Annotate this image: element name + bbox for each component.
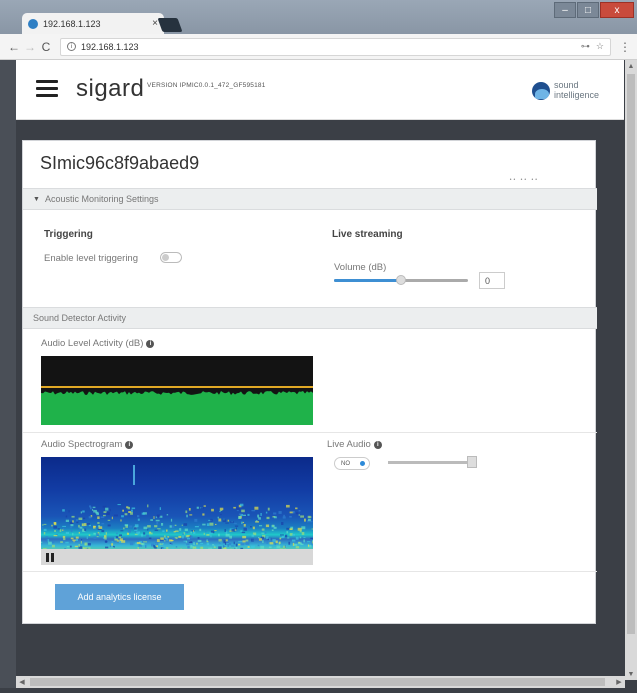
volume-input[interactable]: 0: [479, 272, 505, 289]
audio-level-graph: [41, 391, 313, 425]
scroll-left-icon[interactable]: ◀: [16, 676, 28, 688]
scroll-up-icon[interactable]: ▲: [625, 60, 637, 72]
live-audio-label: Live Audio i: [327, 439, 382, 450]
url-text: 192.168.1.123: [81, 41, 139, 52]
spectrogram-noise: [41, 465, 313, 549]
enable-level-label: Enable level triggering: [44, 253, 139, 264]
acoustic-settings-header[interactable]: ▼ Acoustic Monitoring Settings: [23, 188, 597, 210]
panel-options-icon[interactable]: •• •• ••: [510, 177, 539, 183]
site-info-icon[interactable]: i: [67, 42, 76, 51]
browser-titlebar: 192.168.1.123 × – □ x: [0, 0, 637, 34]
live-audio-toggle-label: NO: [341, 460, 350, 467]
live-audio-slider-thumb[interactable]: [467, 456, 477, 468]
divider: [23, 432, 597, 433]
forward-icon[interactable]: →: [22, 40, 38, 54]
hamburger-menu-icon[interactable]: [36, 80, 58, 98]
favicon-icon: [28, 18, 38, 29]
threshold-line: [41, 386, 313, 388]
new-tab-button[interactable]: [157, 18, 183, 32]
logo-text: sound intelligence: [554, 80, 600, 100]
browser-tab[interactable]: 192.168.1.123 ×: [22, 13, 164, 34]
live-audio-info-icon[interactable]: i: [373, 441, 382, 449]
live-audio-toggle[interactable]: NO: [334, 457, 370, 470]
sound-detector-header: Sound Detector Activity: [23, 307, 597, 329]
window-close-button[interactable]: x: [600, 2, 634, 18]
device-panel: SImic96c8f9abaed9 •• •• •• ▼ Acoustic Mo…: [22, 140, 597, 624]
page-left-edge: [0, 60, 16, 688]
pause-icon[interactable]: [46, 553, 54, 562]
vertical-scroll-thumb[interactable]: [627, 74, 635, 634]
window-maximize-button[interactable]: □: [577, 2, 599, 18]
app-header: sigard VERSION IPMIC0.0.1_472_GF595181 s…: [16, 60, 624, 120]
audio-level-label: Audio Level Activity (dB) i: [41, 338, 155, 349]
reload-icon[interactable]: C: [38, 40, 54, 54]
back-icon[interactable]: ←: [6, 40, 22, 54]
audio-spectrogram: [41, 457, 313, 565]
scroll-right-icon[interactable]: ▶: [613, 676, 625, 688]
vertical-scrollbar[interactable]: ▲ ▼: [625, 60, 637, 680]
volume-slider[interactable]: [334, 275, 468, 285]
bookmark-star-icon[interactable]: ☆: [596, 41, 604, 52]
address-bar: ← → C i 192.168.1.123 ⊶ ☆ ⋮: [0, 34, 637, 60]
horizontal-scrollbar[interactable]: ◀ ▶: [16, 676, 625, 688]
horizontal-scroll-thumb[interactable]: [30, 678, 605, 686]
divider: [23, 571, 597, 572]
scroll-down-icon[interactable]: ▼: [625, 668, 637, 680]
version-text: VERSION IPMIC0.0.1_472_GF595181: [147, 82, 266, 89]
audio-level-meter: [41, 356, 313, 425]
sound-detector-title: Sound Detector Activity: [33, 313, 127, 323]
browser-menu-icon[interactable]: ⋮: [619, 40, 631, 54]
key-icon[interactable]: ⊶: [581, 41, 590, 52]
device-name: SImic96c8f9abaed9: [40, 153, 200, 173]
acoustic-settings-title: Acoustic Monitoring Settings: [44, 194, 159, 204]
brand-name: sigard: [76, 75, 145, 102]
volume-slider-thumb[interactable]: [396, 275, 406, 285]
live-streaming-title: Live streaming: [332, 229, 403, 240]
volume-label: Volume (dB): [334, 262, 387, 273]
triggering-title: Triggering: [44, 229, 93, 240]
spectrogram-label: Audio Spectrogram i: [41, 439, 134, 450]
sound-intelligence-logo-icon: [532, 82, 550, 100]
spectrogram-controls: [41, 549, 313, 565]
spectrogram-info-icon[interactable]: i: [125, 441, 134, 449]
audio-level-info-icon[interactable]: i: [146, 340, 155, 348]
caret-down-icon: ▼: [33, 195, 40, 203]
url-input[interactable]: i 192.168.1.123 ⊶ ☆: [60, 37, 611, 56]
toggle-dot-icon: [360, 461, 365, 466]
enable-level-toggle[interactable]: [160, 252, 182, 263]
window-minimize-button[interactable]: –: [554, 2, 576, 18]
live-audio-volume-slider[interactable]: [388, 456, 477, 468]
add-analytics-license-button[interactable]: Add analytics license: [55, 584, 184, 610]
tab-title: 192.168.1.123: [43, 18, 101, 29]
